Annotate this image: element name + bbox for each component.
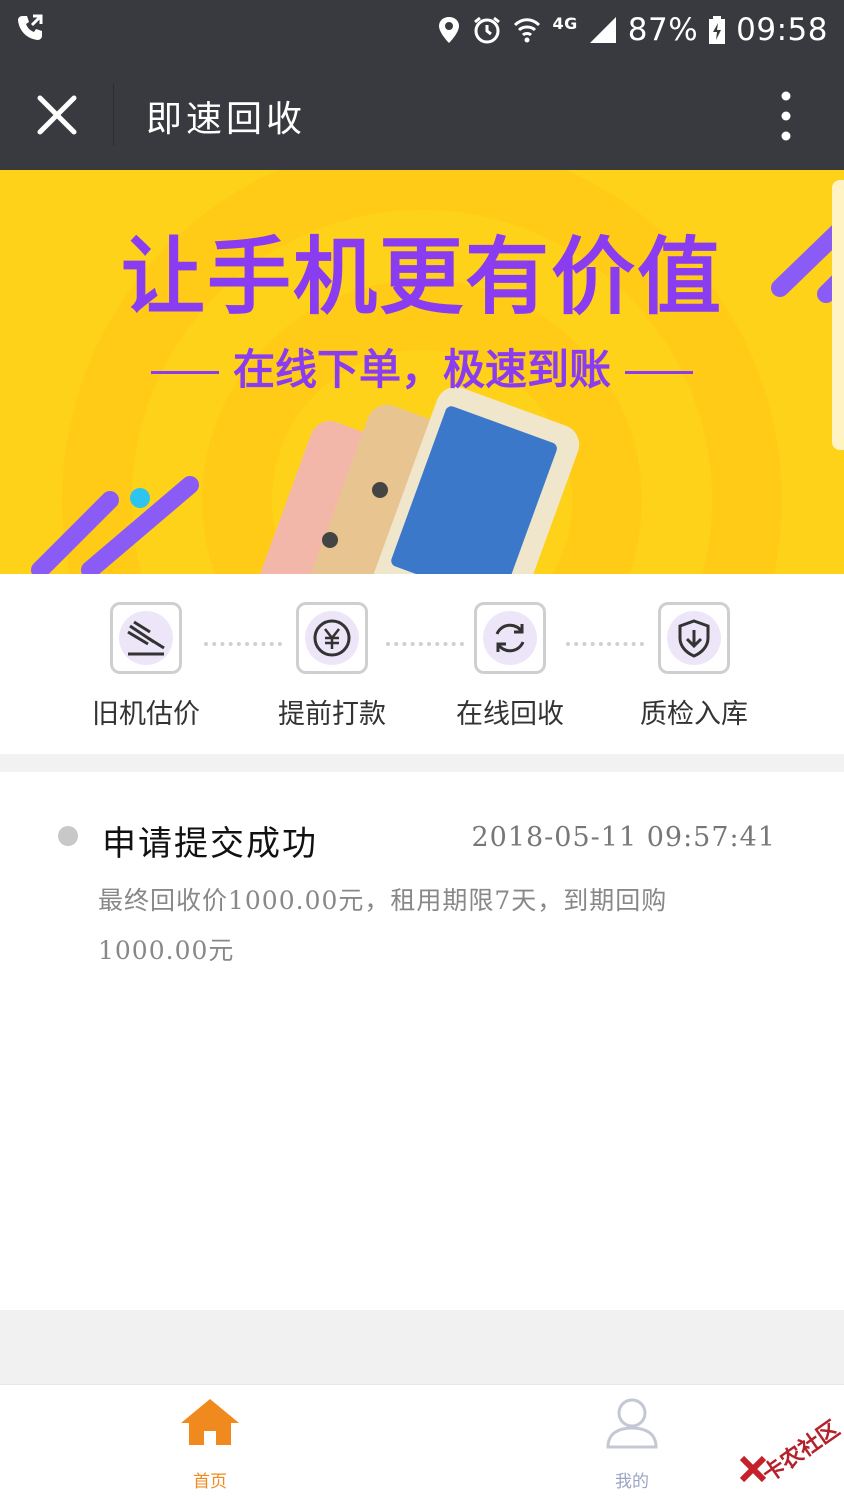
process-steps: 旧机估价 提前打款 在线回收 质检入库 [0, 574, 844, 754]
banner-headline: 让手机更有价值 [120, 228, 723, 326]
alarm-icon [474, 16, 501, 44]
step-label: 旧机估价 [92, 699, 200, 730]
network-type: 4G [552, 13, 578, 33]
battery-percent: 87% [627, 12, 699, 48]
home-icon [181, 1399, 239, 1445]
wifi-icon [514, 18, 541, 43]
step-estimate[interactable]: 旧机估价 [56, 602, 236, 731]
user-icon [606, 1398, 658, 1449]
page-title: 即速回收 [146, 99, 307, 140]
step-label: 提前打款 [278, 699, 386, 730]
watermark-logo: 卡农社区 [738, 1410, 844, 1490]
signal-icon [589, 17, 616, 43]
more-vertical-icon[interactable] [776, 90, 796, 142]
clock: 09:58 [736, 12, 828, 48]
promo-banner[interactable]: 让手机更有价值 在线下单，极速到账 [0, 170, 844, 574]
step-label: 质检入库 [640, 699, 748, 730]
refresh-icon [495, 623, 525, 653]
record-timestamp: 2018-05-11 09:57:41 [471, 822, 776, 853]
tab-me-label: 我的 [615, 1472, 649, 1492]
battery-charging-icon [709, 16, 726, 44]
title-bar: 即速回收 [0, 60, 844, 170]
bottom-tab-bar: 首页 我的 [0, 1384, 844, 1500]
record-description: 最终回收价1000.00元，租用期限7天，到期回购1000.00元 [98, 886, 668, 965]
step-label: 在线回收 [456, 699, 564, 730]
close-icon[interactable] [28, 86, 86, 144]
record-title: 申请提交成功 [102, 824, 318, 864]
call-forward-icon [18, 14, 43, 40]
location-icon [439, 17, 460, 43]
banner-subline-text: 在线下单，极速到账 [232, 345, 611, 394]
title-divider [113, 84, 114, 146]
shield-download-icon [678, 619, 710, 658]
section-separator [0, 754, 844, 772]
decor-line-right [625, 371, 693, 374]
yuan-coin-icon [313, 619, 351, 657]
bottom-spacer [0, 1310, 844, 1384]
watermark-text: 卡农社区 [758, 1416, 844, 1488]
step-recycle[interactable]: 在线回收 [420, 602, 600, 731]
step-inspection[interactable]: 质检入库 [604, 602, 784, 731]
tab-me[interactable]: 我的 [572, 1395, 692, 1492]
tab-home-label: 首页 [193, 1472, 227, 1492]
decor-line-left [150, 371, 219, 374]
order-record: 申请提交成功 2018-05-11 09:57:41 最终回收价1000.00元… [0, 772, 844, 1310]
tab-home[interactable]: 首页 [150, 1395, 270, 1492]
timeline-dot [58, 826, 78, 846]
step-prepay[interactable]: 提前打款 [242, 602, 422, 731]
gavel-icon [127, 620, 165, 656]
banner-subline: 在线下单，极速到账 [0, 336, 844, 397]
status-bar: 4G 87% 09:58 [0, 0, 844, 60]
